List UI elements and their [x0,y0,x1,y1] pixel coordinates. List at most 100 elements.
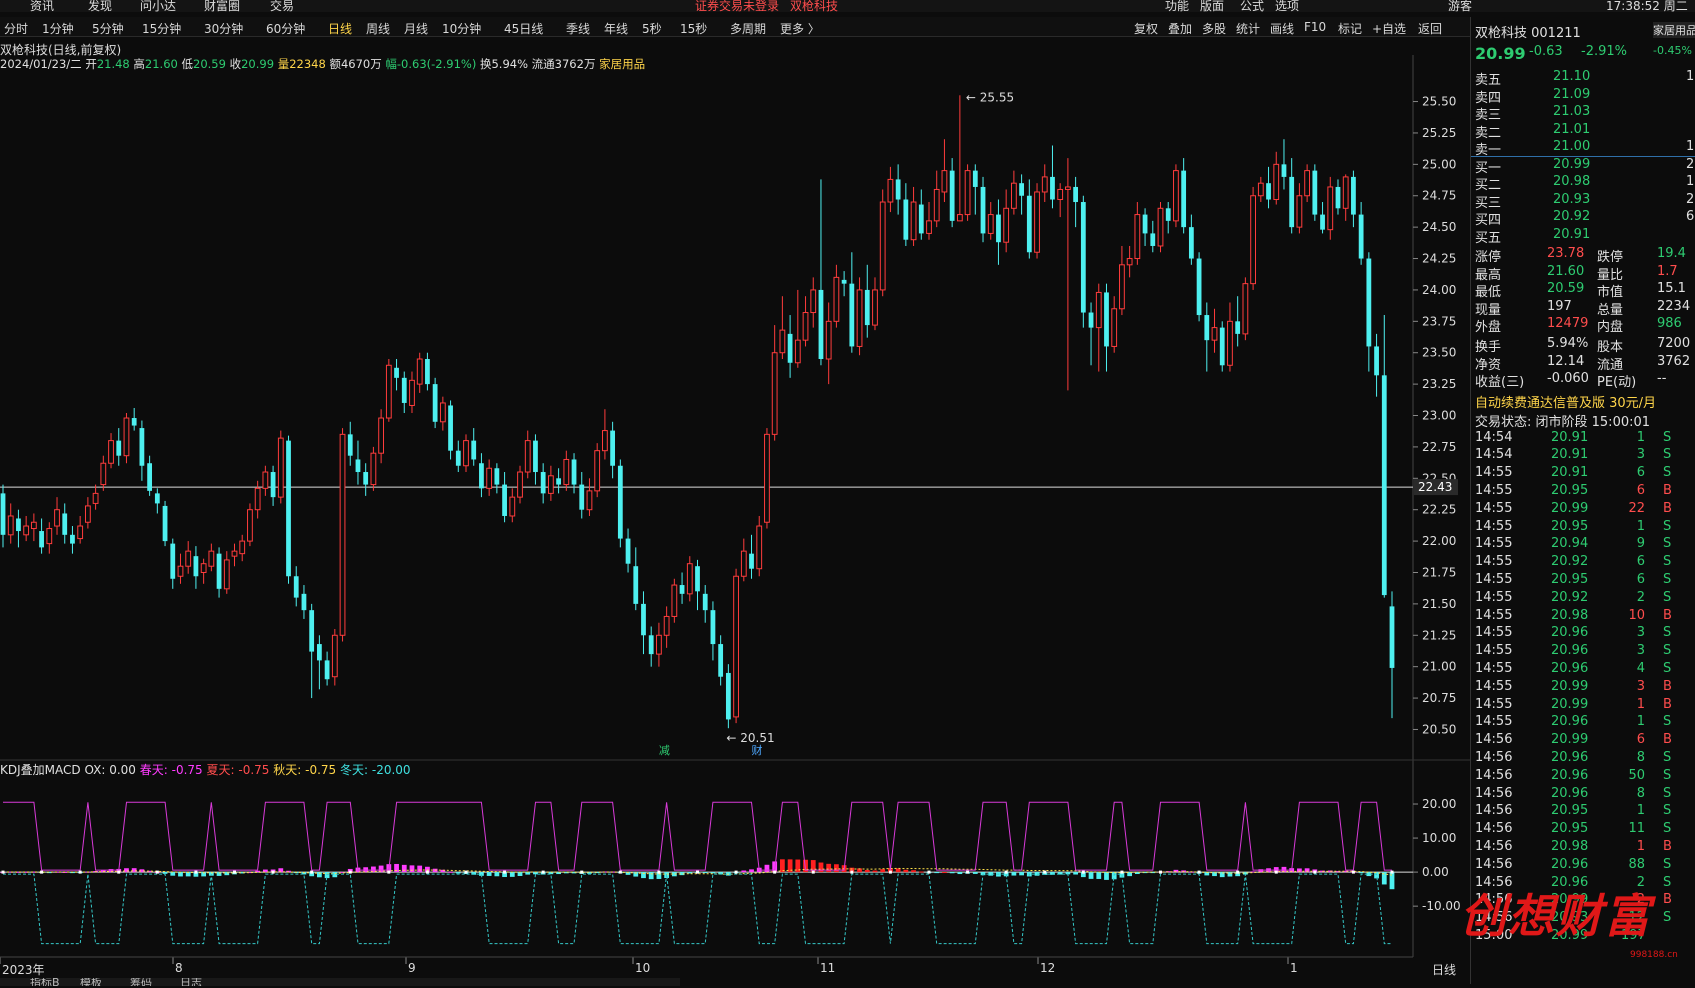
candle-body [733,575,739,718]
candle-body [509,496,516,517]
bid-row: 买五 20.91 [1471,227,1695,246]
candle-body [1389,606,1395,668]
period-tab-7[interactable]: 周线 [366,20,390,37]
event-marker-reduce[interactable]: 减 [659,744,670,757]
change-value: 幅-0.63(-2.91%) [385,57,477,71]
date-label: 1 [1290,961,1298,975]
period-tab-8[interactable]: 月线 [404,20,428,37]
macd-bar [1019,872,1024,876]
tick-side: S [1663,554,1672,570]
period-tab-14[interactable]: 15秒 [680,20,707,37]
tool-4[interactable]: 画线 [1270,20,1294,37]
menu-right-1[interactable]: 版面 [1200,0,1224,12]
high-annotation: ← 25.55 [966,90,1014,104]
menu-right-2[interactable]: 公式 [1240,0,1264,12]
period-tab-12[interactable]: 年线 [604,20,628,37]
tick-row: 14:55 20.99 1 B [1471,697,1695,715]
macd-bar [880,869,886,873]
macd-bar [934,872,940,874]
candle-body [1219,327,1225,366]
bottom-tab-0[interactable]: 指标B [30,978,60,986]
macd-bar [749,869,754,873]
zero-marker [194,870,198,874]
tick-price: 20.95 [1551,571,1589,587]
bottom-tab-3[interactable]: 日志 [180,978,202,986]
period-tab-11[interactable]: 季线 [566,20,590,37]
period-tab-4[interactable]: 30分钟 [204,20,243,37]
date-label: 8 [175,961,183,975]
tick-row: 14:56 20.98 1 B [1471,839,1695,857]
tick-row: 14:55 20.99 3 B [1471,679,1695,697]
tick-price: 20.95 [1551,803,1589,819]
stat-label-2: 总量 [1597,302,1624,318]
stat-value: 197 [1547,298,1572,314]
menu-item-3[interactable]: 财富圈 [204,0,240,12]
tool-8[interactable]: 返回 [1418,20,1442,37]
candle-body [108,440,114,464]
candle-body [471,440,477,460]
bid-price: 20.99 [1553,156,1591,172]
menu-right-0[interactable]: 功能 [1165,0,1189,12]
candle-body [309,610,315,652]
tool-1[interactable]: 叠加 [1168,20,1192,37]
tool-5[interactable]: F10 [1304,20,1326,34]
price-tick-label: 21.25 [1422,628,1456,642]
menu-item-4[interactable]: 交易 [270,0,294,12]
login-notice[interactable]: 证券交易未登录 [695,0,779,12]
market-status: 交易状态: 闭市阶段 15:00:01 [1475,414,1651,430]
industry-tab[interactable]: 家居用品 [1653,22,1695,38]
tick-vol: 22 [1628,500,1645,516]
candle-body [686,563,693,595]
kline-svg[interactable]: 25.50 25.25 25.00 24.75 24.50 24.25 24.00 23.75… [0,37,1470,985]
bottom-tab-1[interactable]: 模板 [80,978,102,986]
candle-body [193,556,199,577]
period-tab-6[interactable]: 日线 [328,20,352,37]
menu-item-2[interactable]: 问小达 [140,0,176,12]
candle-body [208,550,215,567]
tool-7[interactable]: +自选 [1372,20,1406,37]
period-tab-16[interactable]: 更多 〉 [780,20,820,37]
bottom-tab-2[interactable]: 筹码 [130,978,152,986]
tool-6[interactable]: 标记 [1338,20,1362,37]
period-tab-1[interactable]: 1分钟 [42,20,74,37]
stat-label: 最低 [1475,285,1502,300]
indicator-name[interactable]: KDJ叠加MACD [0,763,81,777]
candle-body [1065,186,1071,190]
stat-value: 12479 [1547,316,1589,331]
period-tab-13[interactable]: 5秒 [642,20,662,37]
period-tab-10[interactable]: 45日线 [504,20,543,37]
period-indicator[interactable]: 日线 [1432,961,1456,978]
period-tab-3[interactable]: 15分钟 [142,20,181,37]
candle-body [54,509,60,527]
bid-vol: 6 [1686,209,1695,224]
menu-item-1[interactable]: 发现 [88,0,112,12]
period-tab-0[interactable]: 分时 [4,20,28,37]
candle-body [177,565,184,577]
candle-body [903,199,909,240]
event-marker-finance[interactable]: 财 [752,743,763,757]
tick-time: 14:54 [1475,429,1513,445]
period-tab-9[interactable]: 10分钟 [442,20,481,37]
zero-marker [117,870,121,874]
period-tab-2[interactable]: 5分钟 [92,20,124,37]
tool-3[interactable]: 统计 [1236,20,1260,37]
promo-row[interactable]: 自动续费通达信普及版 30元/月 [1471,392,1695,411]
tool-0[interactable]: 复权 [1134,20,1158,37]
tick-row: 14:54 20.91 3 S [1471,447,1695,465]
tick-side: S [1663,856,1672,872]
macd-bar [779,859,785,873]
period-tab-5[interactable]: 60分钟 [266,20,305,37]
zero-marker [464,870,468,874]
period-tab-15[interactable]: 多周期 [730,20,766,37]
menu-item-0[interactable]: 资讯 [30,0,54,12]
price-tick-label: 20.75 [1422,691,1456,705]
guest-label[interactable]: 游客 [1448,0,1472,12]
industry-link[interactable]: 家居用品 [599,57,645,71]
tool-2[interactable]: 多股 [1202,20,1226,37]
tick-row: 14:56 20.99 6 B [1471,732,1695,750]
candle-body [1211,327,1218,341]
menu-right-3[interactable]: 选项 [1275,0,1299,12]
kline-chart-area[interactable]: 25.50 25.25 25.00 24.75 24.50 24.25 24.00 23.75… [0,37,1470,986]
candle-body [185,550,192,567]
macd-bar [1358,872,1364,874]
